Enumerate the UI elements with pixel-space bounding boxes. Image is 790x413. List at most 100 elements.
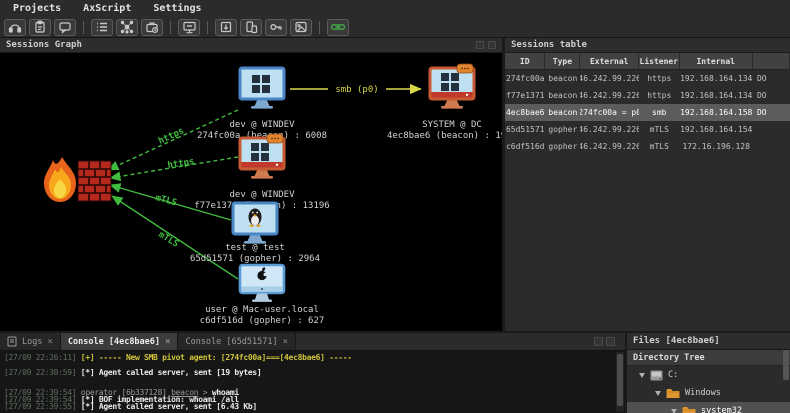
column-header-listener[interactable]: Listener [639,53,679,69]
list-icon [95,20,109,34]
sessions-graph-title: Sessions Graph [6,40,82,50]
menu-projects[interactable]: Projects [13,3,61,14]
log-message: [*] Agent called server, sent [6.43 Kb] [81,402,257,411]
clipboard-icon [33,20,47,34]
tree-item-windows[interactable]: Windows [627,384,790,402]
screens-button[interactable] [240,19,262,36]
table-row[interactable]: 274fc00a beacon 46.242.99.226 https 192.… [505,70,790,87]
node-label: test @ test [225,243,285,253]
tab-list-button[interactable] [594,337,603,346]
tab-console-65d51571[interactable]: Console [65d51571] × [178,333,296,350]
undock-panel-button[interactable] [476,41,484,49]
table-row[interactable]: c6df516d gopher 46.242.99.226 mTLS 172.1… [505,138,790,155]
table-row[interactable]: f77e1371 beacon 46.242.99.226 https 192.… [505,87,790,104]
monitor-icon [182,20,197,34]
tab-console-4ec8bae6[interactable]: Console [4ec8bae6] × [61,333,179,350]
table-row[interactable]: 65d51571 gopher 46.242.99.226 mTLS 192.1… [505,121,790,138]
caret-down-icon[interactable] [655,391,661,396]
sessions-graph-panel: Sessions Graph smb (p0) https [0,38,502,331]
menu-axscript[interactable]: AxScript [83,3,131,14]
cell-listener: https [639,87,679,104]
session-node-c6df516d[interactable]: user @ Mac-user.local c6df516d (gopher) … [200,265,325,326]
session-node-274fc00a[interactable]: dev @ WINDEV 274fc00a (beacon) : 6008 [197,68,327,141]
listeners-button[interactable] [4,19,26,36]
close-tab-icon[interactable]: × [283,337,288,347]
cell-id: 274fc00a [505,70,545,87]
logs-icon [7,336,17,347]
files-panel-title: Files [4ec8bae6] [633,336,720,346]
tree-item-label: system32 [701,406,742,413]
connection-status-button[interactable] [327,19,349,36]
cell-internal: 192.168.164.154 [679,121,752,138]
session-node-65d51571[interactable]: test @ test 65d51571 (gopher) : 2964 [190,203,320,264]
firewall-node[interactable] [44,157,111,202]
cell-external: 46.242.99.226 [580,121,639,138]
edge-label-smb: smb (p0) [335,85,378,95]
directory-tree-header[interactable]: Directory Tree [627,350,790,366]
download-box-icon [219,20,233,34]
console-output[interactable]: [27/09 22:26:11] [+] ----- New SMB pivot… [0,351,615,413]
cell-type: gopher [545,121,580,138]
sessions-table-header: Sessions table [505,38,790,53]
node-sublabel: 4ec8bae6 (beacon) : 1904 [387,131,502,141]
console-area: Logs × Console [4ec8bae6] × Console [65d… [0,333,625,413]
tree-item-system32[interactable]: system32 [627,402,790,413]
screenshots-button[interactable] [290,19,312,36]
console-scrollbar[interactable] [616,352,624,412]
sessions-graph-canvas[interactable]: smb (p0) https https mTLS mTLS [0,53,502,331]
link-icon [330,20,346,34]
cell-type: beacon [545,104,580,121]
tree-item-label: Windows [685,388,721,398]
devices-icon [244,20,258,34]
table-row-selected[interactable]: 4ec8bae6 beacon 274fc00a = p0 smb 192.16… [505,104,790,121]
log-timestamp: [27/09 22:26:11] [4,353,76,362]
cell-internal: 192.168.164.134 [679,87,752,104]
cell-type: gopher [545,138,580,155]
toolbar-separator [207,21,208,34]
cell-external: 46.242.99.226 [580,70,639,87]
column-header-internal[interactable]: Internal [680,53,753,69]
headphones-icon [8,20,22,34]
cell-id: c6df516d [505,138,545,155]
close-tab-icon[interactable]: × [47,337,52,347]
sessions-graph-button[interactable] [116,19,138,36]
tree-item-drive-c[interactable]: C: [627,366,790,384]
cell-domain: DO [753,70,790,87]
caret-down-icon[interactable] [639,373,645,378]
chat-button[interactable] [54,19,76,36]
node-sublabel: c6df516d (gopher) : 627 [200,316,325,326]
chat-icon [58,20,72,34]
column-header-type[interactable]: Type [545,53,580,69]
jobs-button[interactable] [141,19,163,36]
log-message: [*] Agent called server, sent [19 bytes] [81,368,262,377]
directory-tree-label: Directory Tree [633,353,705,363]
menu-settings[interactable]: Settings [153,3,201,14]
cell-domain [753,121,790,138]
sessions-list-button[interactable] [91,19,113,36]
tree-scrollbar-thumb[interactable] [783,350,789,380]
console-line: [27/09 22:38:59] [*] Agent called server… [4,369,615,376]
column-header-domain[interactable] [753,53,790,69]
toolbar-separator [170,21,171,34]
close-panel-button[interactable] [488,41,496,49]
toolbar-separator [319,21,320,34]
close-tab-icon[interactable]: × [165,337,170,347]
toolbar [0,17,790,38]
session-node-f77e1371[interactable]: dev @ WINDEV f77e1371 (beacon) : 13196 [194,134,329,211]
tasks-button[interactable] [29,19,51,36]
tab-logs[interactable]: Logs × [0,333,61,350]
tab-menu-button[interactable] [606,337,615,346]
cell-type: beacon [545,70,580,87]
cell-type: beacon [545,87,580,104]
column-header-id[interactable]: ID [505,53,545,69]
session-node-4ec8bae6[interactable]: SYSTEM @ DC 4ec8bae6 (beacon) : 1904 [387,64,502,141]
downloads-button[interactable] [215,19,237,36]
scrollbar-thumb[interactable] [617,354,623,406]
targets-button[interactable] [178,19,200,36]
credentials-button[interactable] [265,19,287,36]
caret-down-icon[interactable] [671,409,677,413]
edge-label-mtls-1: mTLS [154,193,178,208]
cell-domain: DO [753,104,790,121]
files-panel: Files [4ec8bae6] Directory Tree C: Windo… [627,333,790,413]
column-header-external[interactable]: External [580,53,639,69]
